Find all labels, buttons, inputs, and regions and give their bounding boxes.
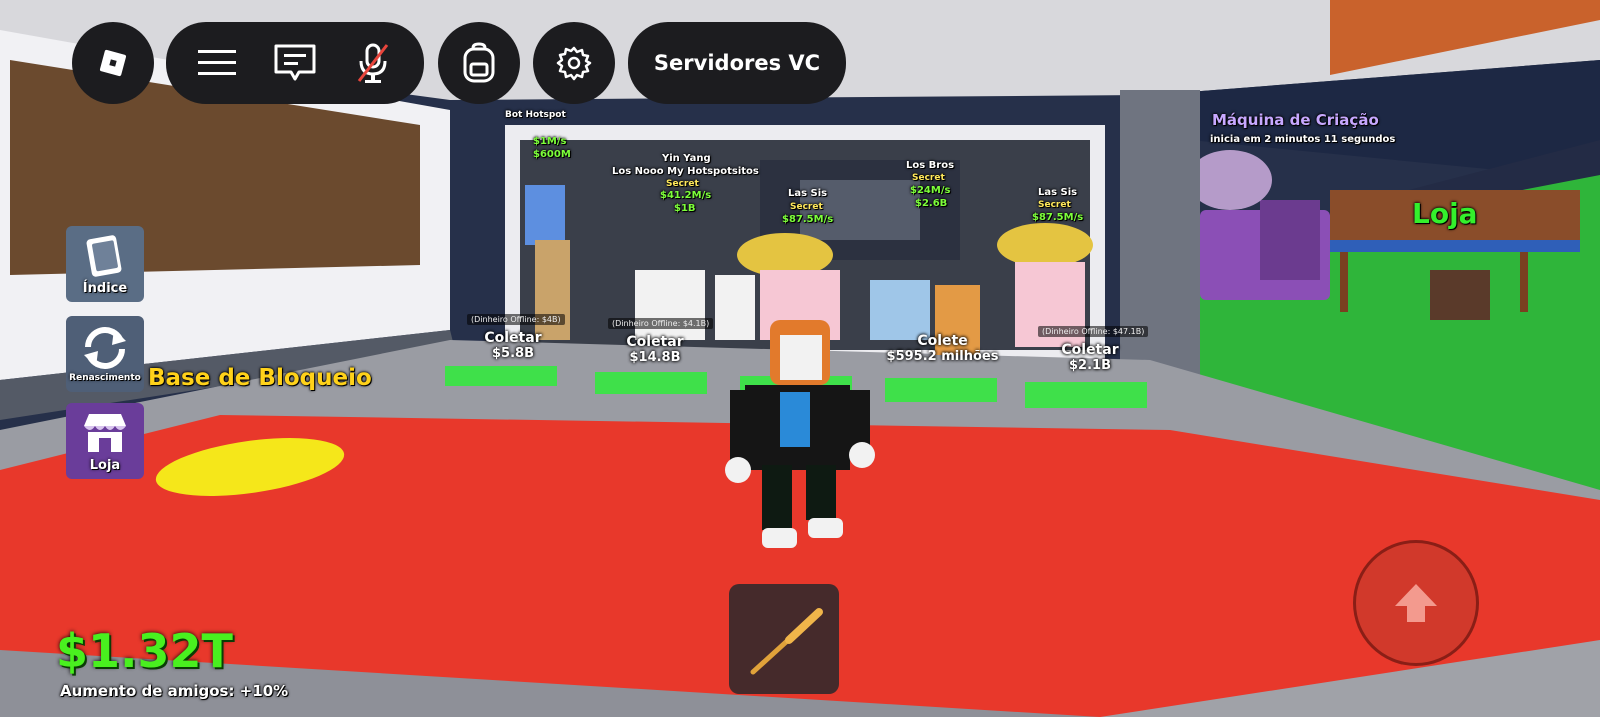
brainrot-name: Yin Yang	[662, 153, 711, 164]
machine-subtitle: inicia em 2 minutos 11 segundos	[1210, 134, 1396, 145]
friend-boost: Aumento de amigos: +10%	[60, 682, 289, 700]
brainrot-rate: $87.5M/s	[1032, 212, 1084, 223]
collect-value: $14.8B	[629, 350, 681, 365]
gear-icon	[556, 46, 592, 81]
rebirth-arrows-icon	[84, 327, 126, 369]
hotspot-name: Bot Hotspot	[505, 110, 566, 120]
brainrot-name: Las Sis	[788, 188, 828, 199]
collect-value: $5.8B	[492, 346, 534, 361]
jump-arrow-icon	[1395, 584, 1437, 622]
hotspot-rate: $1M/s	[533, 136, 567, 147]
money-display: $1.32T	[56, 624, 233, 678]
hotspot-price: $600M	[533, 149, 571, 160]
roblox-menu-button[interactable]	[72, 22, 154, 104]
settings-button[interactable]	[533, 22, 615, 104]
mic-muted-icon[interactable]	[353, 40, 393, 86]
book-icon	[86, 234, 122, 277]
sidebar-item-rebirth[interactable]: Renascimento	[66, 316, 144, 392]
backpack-icon	[463, 42, 495, 83]
offline-money: (Dinheiro Offline: $47.1B)	[1038, 326, 1149, 337]
brainrot-name: Los Bros	[906, 160, 955, 171]
collect-value: $595.2 milhões	[886, 349, 999, 364]
topbar-group	[166, 22, 424, 104]
servers-vc-label: Servidores VC	[653, 51, 821, 75]
collect-label: Coletar	[626, 334, 684, 350]
tool-slot[interactable]	[729, 584, 839, 694]
collect-label: Coletar	[484, 330, 542, 346]
brainrot-name-2: Los Nooo My Hotspotsitos	[612, 166, 759, 177]
collect-pad[interactable]: Coletar $2.1B	[1045, 342, 1135, 373]
machine-title: Máquina de Criação	[1212, 111, 1379, 129]
collect-value: $2.1B	[1069, 358, 1111, 373]
brainrot-rarity: Secret	[1038, 200, 1071, 210]
collect-pad[interactable]: Colete $595.2 milhões	[885, 333, 1000, 364]
collect-pad[interactable]: Coletar $14.8B	[609, 334, 701, 365]
brainrot-price: $2.6B	[915, 198, 948, 209]
brainrot-rate: $87.5M/s	[782, 214, 834, 225]
backpack-button[interactable]	[438, 22, 520, 104]
brainrot-rarity: Secret	[790, 202, 823, 212]
collect-pad[interactable]: Coletar $5.8B	[468, 330, 558, 361]
roblox-logo-icon	[99, 49, 127, 77]
base-sign: Base de Bloqueio	[148, 365, 372, 391]
jump-button[interactable]	[1353, 540, 1479, 666]
brainrot-name: Las Sis	[1038, 187, 1078, 198]
collect-label: Coletar	[1061, 342, 1119, 358]
shop-sign: Loja	[1412, 197, 1478, 230]
brainrot-rarity: Secret	[912, 173, 945, 183]
brainrot-rate: $41.2M/s	[660, 190, 712, 201]
sidebar-item-label: Loja	[89, 457, 121, 473]
store-icon	[84, 413, 126, 452]
collect-label: Colete	[917, 333, 968, 349]
sidebar-item-index[interactable]: Índice	[66, 226, 144, 302]
sidebar-item-label: Índice	[82, 280, 128, 296]
sidebar-item-label: Renascimento	[69, 373, 141, 383]
brainrot-price: $1B	[674, 203, 696, 214]
chat-icon[interactable]	[272, 40, 318, 86]
baseball-bat-icon	[750, 608, 823, 675]
offline-money: (Dinheiro Offline: $4B)	[467, 314, 565, 325]
servers-vc-button[interactable]: Servidores VC	[628, 22, 846, 104]
hamburger-menu-icon[interactable]	[197, 43, 237, 83]
sidebar-item-shop[interactable]: Loja	[66, 403, 144, 479]
brainrot-rate: $24M/s	[910, 185, 951, 196]
offline-money: (Dinheiro Offline: $4.1B)	[608, 318, 714, 329]
brainrot-rarity: Secret	[666, 179, 699, 189]
